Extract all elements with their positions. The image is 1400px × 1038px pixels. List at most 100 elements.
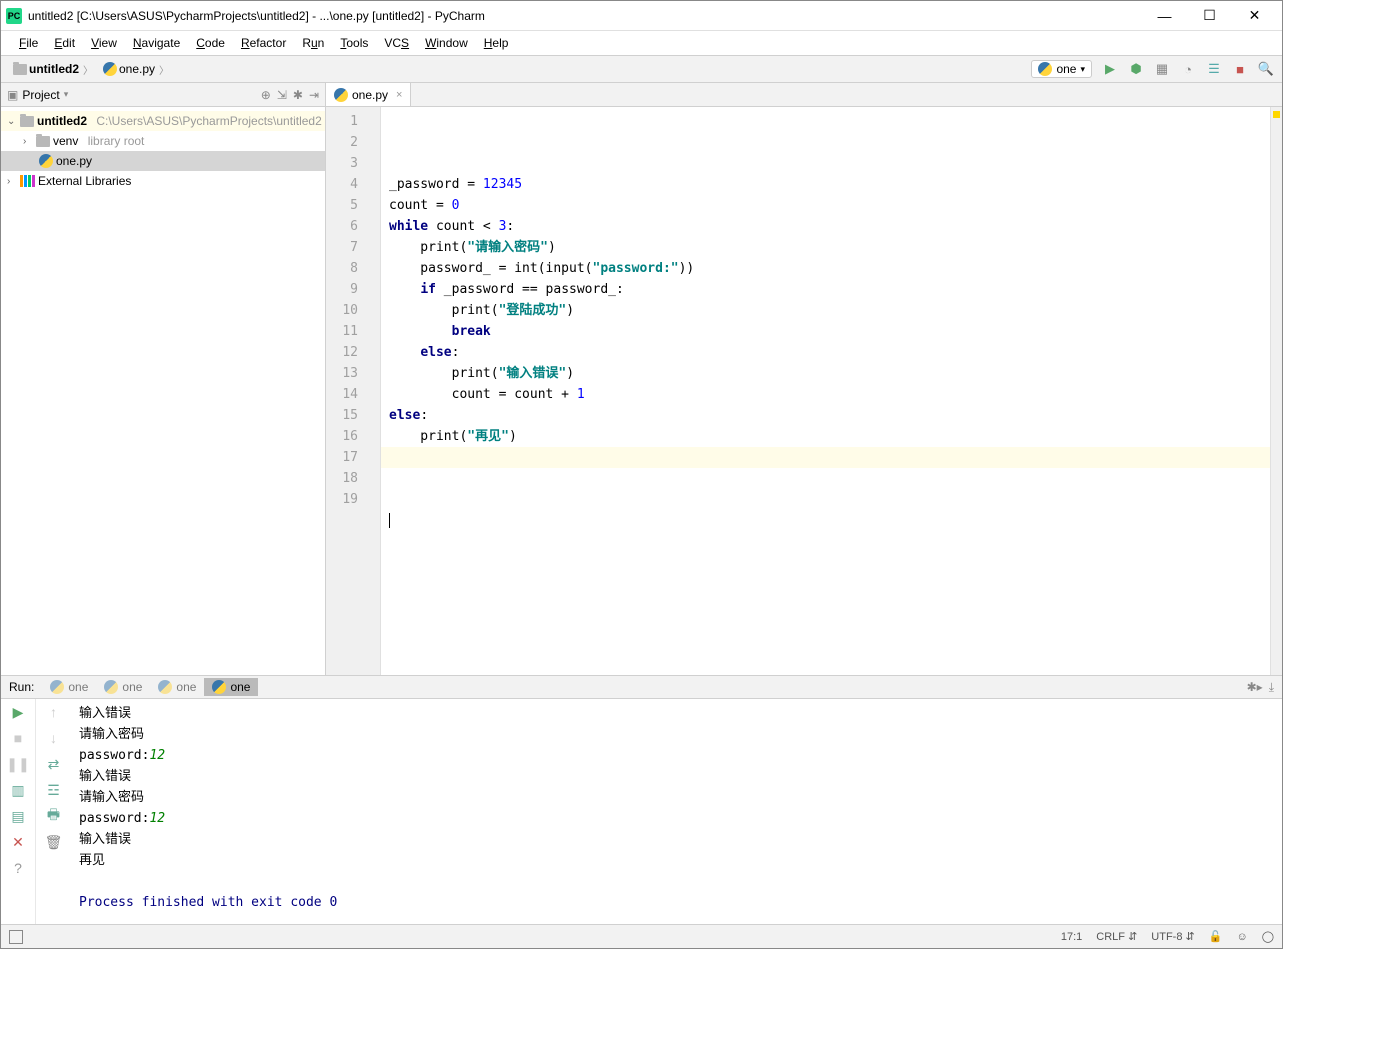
caret-position[interactable]: 17:1 — [1061, 931, 1082, 943]
down-button[interactable]: ↓ — [45, 729, 63, 747]
python-icon — [103, 62, 117, 76]
minimize-button[interactable]: — — [1142, 2, 1187, 30]
profile-button[interactable]: ◔ — [1180, 61, 1196, 77]
wrap-button[interactable]: ⇄ — [45, 755, 63, 773]
run-settings-icon[interactable]: ✱▸ — [1247, 680, 1263, 695]
menu-vcs[interactable]: VCS — [376, 36, 417, 50]
inspector-icon[interactable]: ☺ — [1236, 931, 1247, 943]
pause-button[interactable]: ❚❚ — [9, 755, 27, 773]
menu-run[interactable]: Run — [294, 36, 332, 50]
expand-icon[interactable]: › — [23, 136, 33, 147]
project-tree: ⌄ untitled2 C:\Users\ASUS\PycharmProject… — [1, 107, 325, 195]
run-panel-header: Run: one one one one ✱▸ ⤓ — [1, 675, 1282, 699]
notifications-icon[interactable]: ◯ — [1262, 930, 1274, 943]
libraries-icon — [20, 175, 35, 187]
warning-marker[interactable] — [1273, 111, 1280, 118]
stop-run-button[interactable]: ■ — [9, 729, 27, 747]
code-content[interactable]: _password = 12345 count = 0 while count … — [381, 107, 1270, 675]
close-button[interactable]: ✕ — [1232, 2, 1277, 30]
toolbar-right: one ▾ ▶ ⬢ ▦ ◔ ☰ ■ 🔍 — [1031, 60, 1274, 78]
collapse-icon[interactable]: ⇲ — [277, 88, 287, 102]
titlebar: PC untitled2 [C:\Users\ASUS\PycharmProje… — [1, 1, 1282, 31]
run-tab[interactable]: one — [42, 678, 96, 696]
clear-button[interactable]: 🗑 — [45, 833, 63, 851]
encoding[interactable]: UTF-8 ⇵ — [1151, 930, 1194, 943]
concurrency-button[interactable]: ☰ — [1206, 61, 1222, 77]
expand-icon[interactable]: ⌄ — [7, 116, 17, 127]
menu-file[interactable]: File — [11, 36, 46, 50]
tree-root[interactable]: ⌄ untitled2 C:\Users\ASUS\PycharmProject… — [1, 111, 325, 131]
tree-venv[interactable]: › venv library root — [1, 131, 325, 151]
project-view-icon: ▣ — [7, 88, 18, 102]
code-area[interactable]: 12345678910111213141516171819 _password … — [326, 107, 1282, 675]
maximize-button[interactable]: ☐ — [1187, 2, 1232, 30]
stop-button[interactable]: ■ — [1232, 61, 1248, 77]
hide-icon[interactable]: ⇥ — [309, 88, 319, 102]
lock-icon[interactable]: 🔓 — [1209, 930, 1223, 943]
search-button[interactable]: 🔍 — [1258, 61, 1274, 77]
line-separator[interactable]: CRLF ⇵ — [1096, 930, 1137, 943]
python-icon — [104, 680, 118, 694]
project-panel: ▣ Project ▾ ⊕ ⇲ ✱ ⇥ ⌄ untitled2 C:\Users… — [1, 83, 326, 675]
dropdown-icon[interactable]: ▾ — [64, 89, 69, 100]
menu-navigate[interactable]: Navigate — [125, 36, 188, 50]
folder-icon — [20, 116, 34, 127]
run-tab[interactable]: one — [150, 678, 204, 696]
folder-icon — [36, 136, 50, 147]
layout-button[interactable]: ▥ — [9, 781, 27, 799]
python-icon — [50, 680, 64, 694]
expand-icon[interactable]: › — [7, 176, 17, 187]
run-panel: ▶ ■ ❚❚ ▥ ▤ ✕ ? ↑ ↓ ⇄ ☲ 🖶 🗑 输入错误 请输入密码 pa… — [1, 699, 1282, 924]
menu-code[interactable]: Code — [188, 36, 233, 50]
tree-ext-libs-label: External Libraries — [38, 174, 131, 188]
chevron-icon: 〉 — [83, 62, 93, 77]
editor-tab-label: one.py — [352, 88, 388, 102]
rerun-button[interactable]: ▶ — [9, 703, 27, 721]
tree-root-path: C:\Users\ASUS\PycharmProjects\untitled2 — [96, 114, 321, 128]
breadcrumb-file-label: one.py — [119, 62, 155, 76]
error-stripe[interactable] — [1270, 107, 1282, 675]
settings-icon[interactable]: ✱ — [293, 88, 303, 102]
scroll-button[interactable]: ☲ — [45, 781, 63, 799]
python-icon — [39, 154, 53, 168]
run-panel-label: Run: — [1, 680, 42, 694]
breadcrumb-root[interactable]: untitled2 〉 — [9, 62, 99, 77]
run-config-select[interactable]: one ▾ — [1031, 60, 1092, 78]
help-button[interactable]: ? — [9, 859, 27, 877]
pin-button[interactable]: ▤ — [9, 807, 27, 825]
window-title: untitled2 [C:\Users\ASUS\PycharmProjects… — [28, 9, 1142, 23]
python-icon — [334, 88, 348, 102]
coverage-button[interactable]: ▦ — [1154, 61, 1170, 77]
run-button[interactable]: ▶ — [1102, 61, 1118, 77]
console-output[interactable]: 输入错误 请输入密码 password:12 输入错误 请输入密码 passwo… — [71, 699, 1282, 924]
close-tab-icon[interactable]: × — [396, 89, 402, 101]
gutter: 12345678910111213141516171819 — [326, 107, 381, 675]
menu-refactor[interactable]: Refactor — [233, 36, 294, 50]
run-tab[interactable]: one — [96, 678, 150, 696]
menu-window[interactable]: Window — [417, 36, 476, 50]
close-run-button[interactable]: ✕ — [9, 833, 27, 851]
editor-tab[interactable]: one.py × — [326, 83, 411, 106]
locate-icon[interactable]: ⊕ — [261, 88, 271, 102]
debug-button[interactable]: ⬢ — [1128, 61, 1144, 77]
tree-file-label: one.py — [56, 154, 92, 168]
menu-help[interactable]: Help — [476, 36, 517, 50]
editor: one.py × 12345678910111213141516171819 _… — [326, 83, 1282, 675]
run-hide-icon[interactable]: ⤓ — [1269, 680, 1274, 695]
tree-file[interactable]: one.py — [1, 151, 325, 171]
tree-venv-note: library root — [88, 134, 145, 148]
menu-tools[interactable]: Tools — [332, 36, 376, 50]
project-panel-title: Project — [22, 88, 59, 102]
status-icon[interactable] — [9, 930, 23, 944]
breadcrumb-file[interactable]: one.py 〉 — [99, 62, 175, 77]
project-panel-header: ▣ Project ▾ ⊕ ⇲ ✱ ⇥ — [1, 83, 325, 107]
statusbar: 17:1 CRLF ⇵ UTF-8 ⇵ 🔓 ☺ ◯ — [1, 924, 1282, 948]
up-button[interactable]: ↑ — [45, 703, 63, 721]
tree-ext-libs[interactable]: › External Libraries — [1, 171, 325, 191]
window-buttons: — ☐ ✕ — [1142, 2, 1277, 30]
print-button[interactable]: 🖶 — [45, 807, 63, 825]
run-tab-active[interactable]: one — [204, 678, 258, 696]
pycharm-icon: PC — [6, 8, 22, 24]
menu-edit[interactable]: Edit — [46, 36, 83, 50]
menu-view[interactable]: View — [83, 36, 125, 50]
